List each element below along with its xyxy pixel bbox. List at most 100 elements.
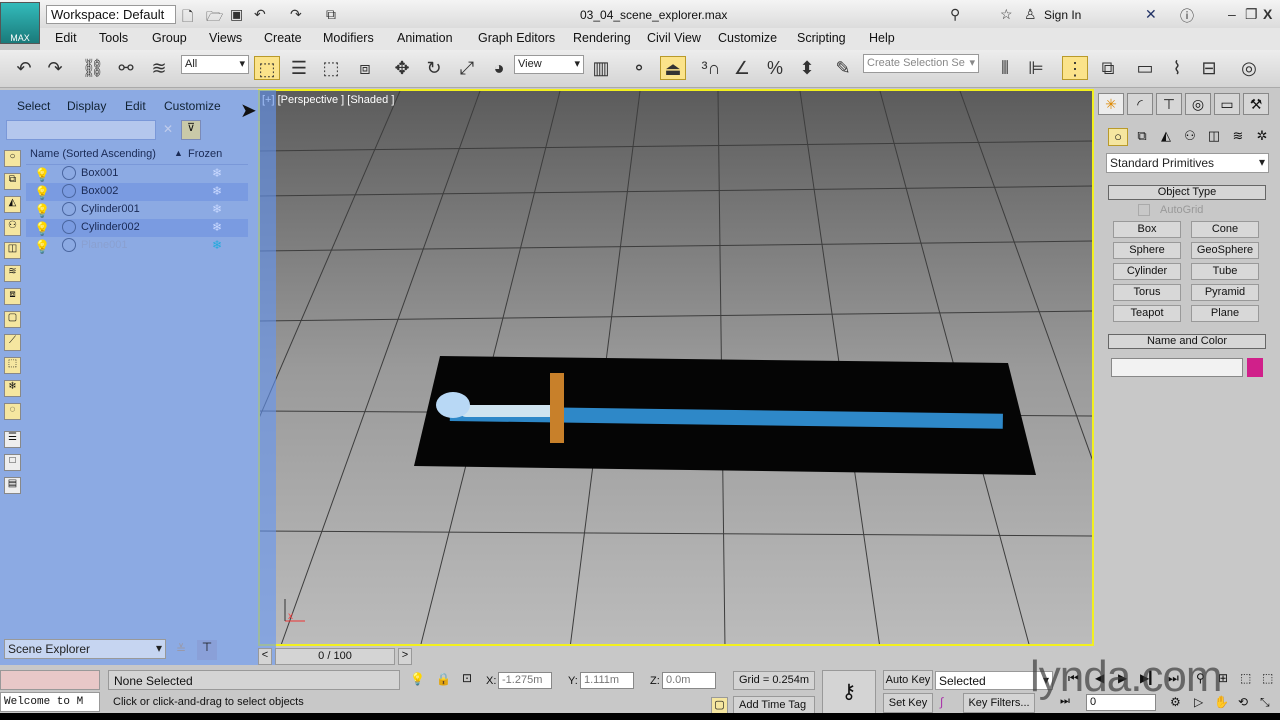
- rotate-icon[interactable]: ↻: [421, 56, 447, 80]
- display-containers-icon[interactable]: ⬚: [4, 357, 21, 374]
- x-coordinate-input[interactable]: -1.275m: [498, 672, 552, 689]
- teapot-button[interactable]: Teapot: [1113, 305, 1181, 322]
- maximize-viewport-icon[interactable]: ⤡: [1260, 695, 1270, 710]
- restore-icon[interactable]: ❐: [1245, 6, 1258, 23]
- menu-modifiers[interactable]: Modifiers: [323, 31, 374, 45]
- light-bulb-icon[interactable]: 💡: [34, 185, 50, 201]
- display-all-icon[interactable]: ☰: [4, 431, 21, 448]
- y-coordinate-input[interactable]: 1.111m: [580, 672, 634, 689]
- display-lights-icon[interactable]: ◭: [4, 196, 21, 213]
- category-dropdown[interactable]: Standard Primitives: [1106, 153, 1269, 173]
- scale-icon[interactable]: ⤢: [454, 56, 480, 80]
- curve-editor-icon[interactable]: ⌇: [1164, 56, 1190, 80]
- menu-graph-editors[interactable]: Graph Editors: [478, 31, 555, 45]
- select-by-name-icon[interactable]: ☰: [286, 56, 312, 80]
- spinner-snap-icon[interactable]: ⬍: [794, 56, 820, 80]
- light-bulb-icon[interactable]: 💡: [34, 239, 50, 255]
- save-icon[interactable]: ▣: [230, 6, 243, 23]
- explorer-menu-display[interactable]: Display: [67, 99, 106, 113]
- display-groups-icon[interactable]: ⧈: [4, 288, 21, 305]
- zoom-extents-icon[interactable]: ⬚: [1240, 671, 1251, 685]
- frozen-icon[interactable]: ❄: [212, 238, 222, 252]
- maxscript-output[interactable]: Welcome to M: [0, 692, 100, 712]
- snap-toggle-icon[interactable]: ³∩: [698, 56, 724, 80]
- ref-coord-dropdown[interactable]: View: [514, 55, 584, 74]
- pivot-icon[interactable]: ▥: [588, 56, 614, 80]
- perspective-viewport[interactable]: x: [258, 89, 1094, 646]
- frozen-icon[interactable]: ❄: [212, 166, 222, 180]
- helpers-icon[interactable]: ◫: [1204, 128, 1224, 146]
- percent-snap-icon[interactable]: %: [762, 56, 788, 80]
- auto-key-button[interactable]: Auto Key: [883, 670, 933, 690]
- user-icon[interactable]: ♙: [1024, 6, 1037, 23]
- explorer-selector-dropdown[interactable]: Scene Explorer: [4, 639, 166, 659]
- light-bulb-icon[interactable]: 💡: [34, 221, 50, 237]
- edit-named-selection-icon[interactable]: ✎: [830, 56, 856, 80]
- plane-button[interactable]: Plane: [1191, 305, 1259, 322]
- z-coordinate-input[interactable]: 0.0m: [662, 672, 716, 689]
- open-file-icon[interactable]: 🗁: [206, 6, 223, 30]
- app-logo-button[interactable]: MAX: [0, 2, 40, 44]
- menu-edit[interactable]: Edit: [55, 31, 77, 45]
- time-tag-icon[interactable]: ▢: [711, 697, 728, 714]
- zoom-extents-all-icon[interactable]: ⬚: [1262, 671, 1273, 685]
- explorer-row[interactable]: 💡 Cylinder001 ❄: [26, 201, 248, 219]
- explorer-row[interactable]: 💡 Cylinder002 ❄: [26, 219, 248, 237]
- display-xrefs-icon[interactable]: ▢: [4, 311, 21, 328]
- link-icon[interactable]: ⛓: [80, 56, 106, 80]
- align-icon[interactable]: ⊫: [1023, 56, 1049, 80]
- maxscript-mini-listener[interactable]: [0, 670, 100, 690]
- display-geometry-icon[interactable]: ○: [4, 150, 21, 167]
- render-setup-icon[interactable]: ◎: [1236, 56, 1262, 80]
- help-icon[interactable]: ⓘ: [1180, 6, 1194, 26]
- object-type-rollout-header[interactable]: Object Type: [1108, 185, 1266, 200]
- display-invert-icon[interactable]: ▤: [4, 477, 21, 494]
- hierarchy-icon[interactable]: ⊤: [197, 640, 217, 660]
- explorer-menu-edit[interactable]: Edit: [125, 99, 146, 113]
- named-selection-set-dropdown[interactable]: Create Selection Se: [863, 54, 979, 73]
- angle-snap-icon[interactable]: ∠: [729, 56, 755, 80]
- frozen-icon[interactable]: ❄: [212, 202, 222, 216]
- undo-icon[interactable]: ↶: [11, 56, 37, 80]
- utilities-tab-icon[interactable]: ⚒: [1243, 93, 1269, 115]
- name-color-rollout-header[interactable]: Name and Color: [1108, 334, 1266, 349]
- new-file-icon[interactable]: 🗋: [182, 6, 193, 30]
- frozen-icon[interactable]: ❄: [212, 184, 222, 198]
- favorites-star-icon[interactable]: ☆: [1000, 6, 1013, 23]
- display-tab-icon[interactable]: ▭: [1214, 93, 1240, 115]
- systems-icon[interactable]: ✲: [1252, 128, 1272, 146]
- autogrid-checkbox[interactable]: [1138, 204, 1150, 216]
- display-helpers-icon[interactable]: ◫: [4, 242, 21, 259]
- pyramid-button[interactable]: Pyramid: [1191, 284, 1259, 301]
- slate-editor-icon[interactable]: ▭: [1132, 56, 1158, 80]
- object-color-swatch[interactable]: [1247, 358, 1263, 377]
- menu-group[interactable]: Group: [152, 31, 187, 45]
- display-bones-icon[interactable]: ⟋: [4, 334, 21, 351]
- geosphere-button[interactable]: GeoSphere: [1191, 242, 1259, 259]
- menu-views[interactable]: Views: [209, 31, 242, 45]
- menu-civil-view[interactable]: Civil View: [647, 31, 701, 45]
- schematic-view-icon[interactable]: ⊟: [1196, 56, 1222, 80]
- create-tab-icon[interactable]: ✳: [1098, 93, 1124, 115]
- filter-icon[interactable]: ⊽: [181, 120, 201, 140]
- cameras-icon[interactable]: ⚇: [1180, 128, 1200, 146]
- search-binoculars-icon[interactable]: ⚲: [950, 6, 960, 23]
- cylinder-button[interactable]: Cylinder: [1113, 263, 1181, 280]
- box-button[interactable]: Box: [1113, 221, 1181, 238]
- menu-tools[interactable]: Tools: [99, 31, 128, 45]
- sign-in-link[interactable]: Sign In: [1044, 8, 1081, 22]
- menu-customize[interactable]: Customize: [718, 31, 777, 45]
- workspace-dropdown[interactable]: Workspace: Default: [46, 5, 176, 24]
- frozen-icon[interactable]: ❄: [212, 220, 222, 234]
- light-bulb-icon[interactable]: 💡: [34, 167, 50, 183]
- isolate-icon[interactable]: 💡: [410, 672, 425, 686]
- timeline-next-button[interactable]: >: [398, 648, 412, 665]
- modify-tab-icon[interactable]: ◜: [1127, 93, 1153, 115]
- orbit-icon[interactable]: ⟲: [1238, 695, 1248, 709]
- clear-search-icon[interactable]: ✕: [163, 122, 173, 136]
- menu-animation[interactable]: Animation: [397, 31, 453, 45]
- undo-icon[interactable]: ↶: [254, 6, 266, 23]
- selection-filter-dropdown[interactable]: All: [181, 55, 249, 74]
- cone-button[interactable]: Cone: [1191, 221, 1259, 238]
- key-tangent-icon[interactable]: ∫: [940, 695, 943, 709]
